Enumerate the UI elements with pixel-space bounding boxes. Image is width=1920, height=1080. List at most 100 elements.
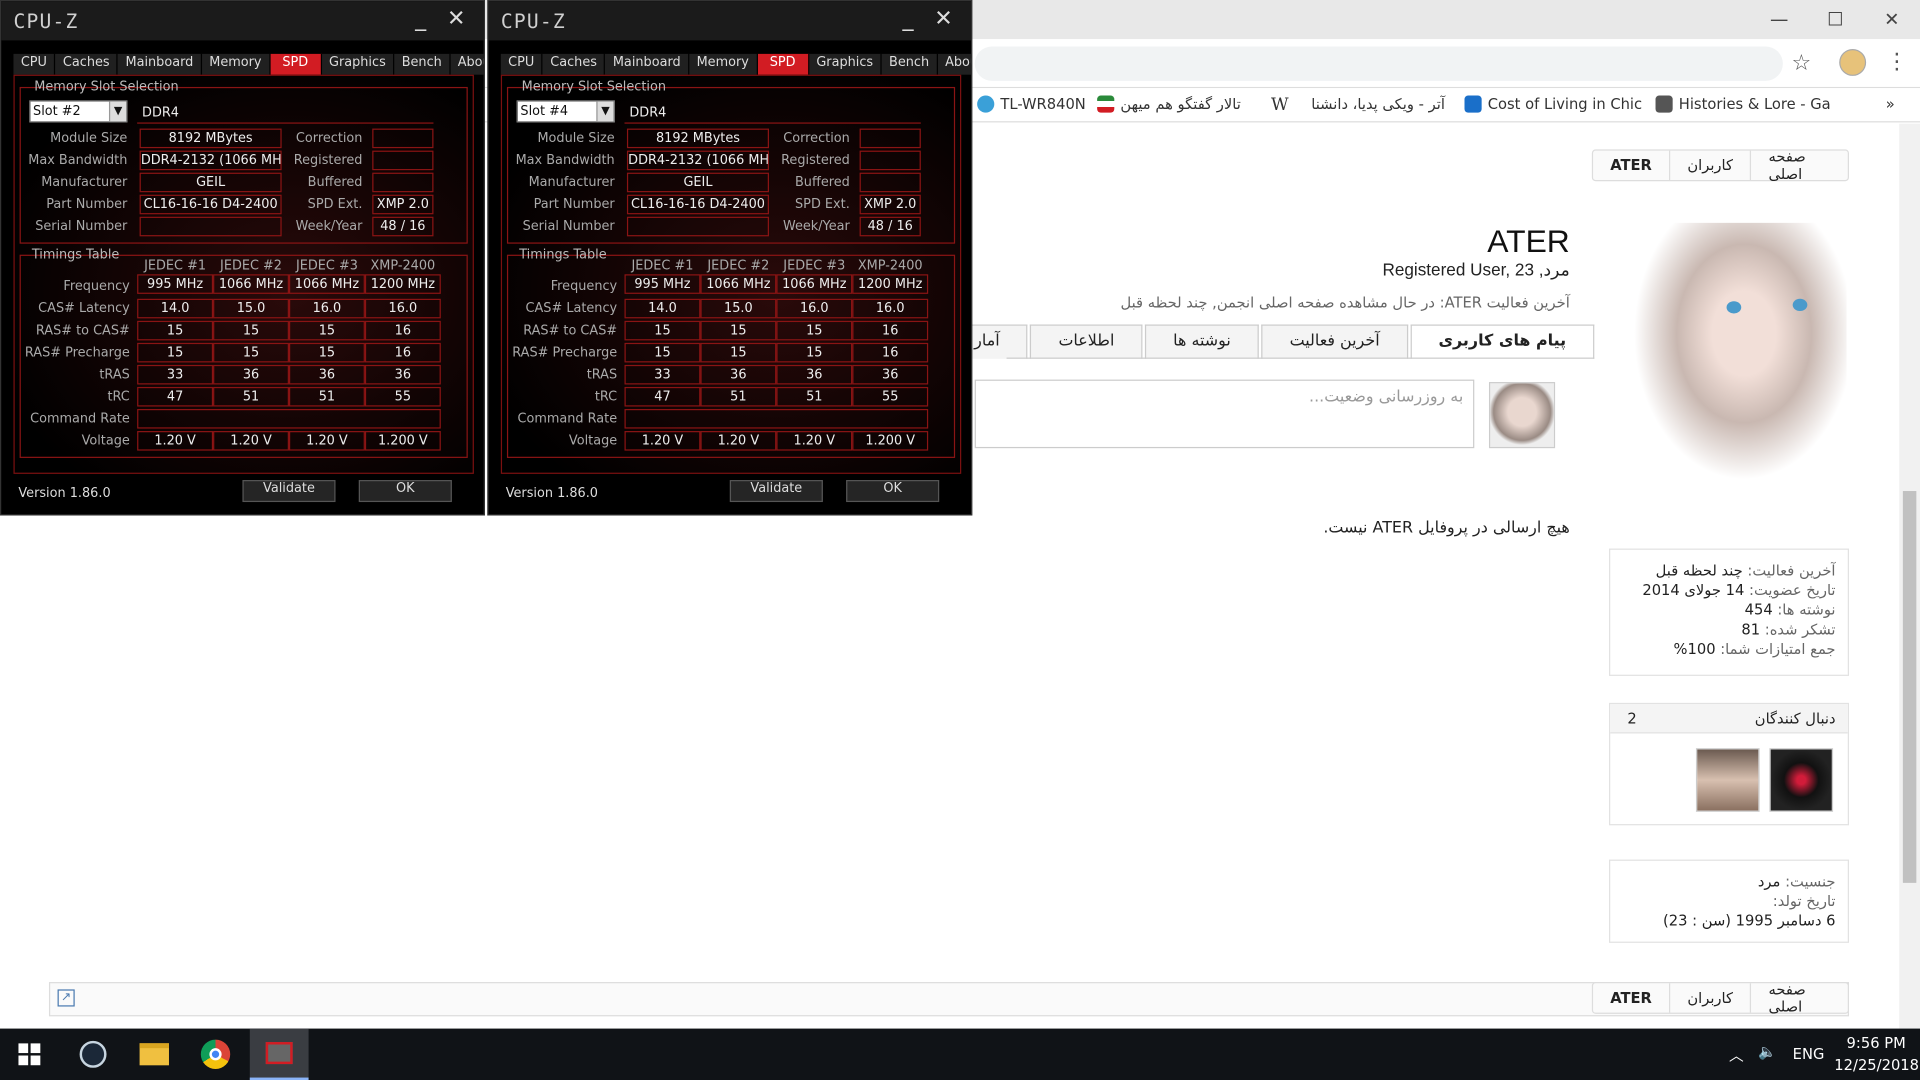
tab-mainboard[interactable]: Mainboard xyxy=(605,53,690,75)
part-number-label: Part Number xyxy=(533,197,615,212)
info-box: جنسیت: مرد تاریخ تولد: 6 دسامبر 1995 (سن… xyxy=(1608,859,1849,943)
file-explorer-icon[interactable] xyxy=(125,1029,184,1080)
language-indicator[interactable]: ENG xyxy=(1793,1046,1825,1063)
timing-cell: 36 xyxy=(288,364,365,385)
close-button[interactable]: ✕ xyxy=(1864,0,1920,39)
menu-icon[interactable]: ⋮ xyxy=(1886,49,1908,75)
timing-row-label: tRC xyxy=(107,389,130,405)
more-bookmarks-icon[interactable]: » xyxy=(1886,96,1895,113)
timing-cell: 995 MHz xyxy=(137,274,214,294)
tab-memory[interactable]: Memory xyxy=(201,53,271,75)
steam-icon[interactable] xyxy=(64,1029,123,1080)
bookmark-star-icon[interactable]: ☆ xyxy=(1791,50,1811,76)
cpuz-icon[interactable] xyxy=(249,1028,309,1080)
tab-graphics[interactable]: Graphics xyxy=(321,53,395,75)
bookmark-item[interactable]: Histories & Lore - Ga xyxy=(1655,95,1831,113)
tab-memory[interactable]: Memory xyxy=(689,53,758,75)
timing-cell: 16.0 xyxy=(364,298,441,319)
tab-about[interactable]: About xyxy=(937,53,972,75)
timing-cell: 33 xyxy=(137,364,214,385)
part-number-value: CL16-16-16 D4-2400 xyxy=(139,194,282,215)
tab-mainboard[interactable]: Mainboard xyxy=(118,53,202,75)
maximize-button[interactable]: ☐ xyxy=(1807,0,1863,39)
tab-about[interactable]: About xyxy=(450,53,484,75)
iran-flag-icon xyxy=(1097,95,1115,113)
external-link-icon[interactable]: ↗ xyxy=(57,989,75,1007)
week-year-label: Week/Year xyxy=(295,219,363,234)
module-size-label: Module Size xyxy=(50,131,128,146)
stat-row: آخرین فعالیت: چند لحظه قبل xyxy=(1620,562,1836,579)
cpuz-tabs: CPU Caches Mainboard Memory SPD Graphics… xyxy=(13,53,484,75)
volume-icon[interactable]: 🔈 xyxy=(1758,1043,1776,1060)
timing-cell: 36 xyxy=(776,364,853,385)
bookmark-item[interactable]: TL-WR840N xyxy=(977,95,1086,113)
tab-bench[interactable]: Bench xyxy=(394,53,451,75)
close-button[interactable]: ✕ xyxy=(447,6,465,32)
timing-cell: 15 xyxy=(776,342,853,363)
scrollbar[interactable] xyxy=(1899,123,1920,1029)
breadcrumb-home[interactable]: صفحه اصلی xyxy=(1750,148,1848,182)
clock-time[interactable]: 9:56 PM xyxy=(1847,1035,1906,1052)
chrome-icon[interactable] xyxy=(186,1029,245,1080)
minimize-button[interactable]: — xyxy=(1751,0,1807,39)
breadcrumb-home[interactable]: صفحه اصلی xyxy=(1750,981,1848,1015)
timing-cell: 36 xyxy=(213,364,289,385)
tab-recent-activity[interactable]: آخرین فعالیت xyxy=(1261,324,1408,359)
breadcrumb-users[interactable]: کاربران xyxy=(1668,983,1750,1013)
tab-bench[interactable]: Bench xyxy=(881,53,938,75)
stat-key: نوشته ها: xyxy=(1777,601,1836,619)
memory-type: DDR4 xyxy=(137,104,434,124)
tab-graphics[interactable]: Graphics xyxy=(808,53,882,75)
tab-cpu[interactable]: CPU xyxy=(13,53,56,75)
status-update-input[interactable]: به روزرسانی وضعیت... xyxy=(974,379,1475,449)
breadcrumb-users[interactable]: کاربران xyxy=(1668,150,1750,181)
timing-col-header: JEDEC #1 xyxy=(144,258,207,274)
tab-spd[interactable]: SPD xyxy=(270,53,322,75)
ok-button[interactable]: OK xyxy=(358,480,452,503)
validate-button[interactable]: Validate xyxy=(729,480,823,503)
slot-select[interactable]: Slot #2 ▼ xyxy=(29,100,128,123)
tab-posts[interactable]: نوشته ها xyxy=(1144,324,1259,359)
registered-value xyxy=(372,150,434,171)
correction-value xyxy=(859,128,921,149)
validate-button[interactable]: Validate xyxy=(242,480,336,503)
tab-cpu[interactable]: CPU xyxy=(500,53,543,75)
tab-visitor-messages[interactable]: پیام های کاربری xyxy=(1410,324,1595,359)
manufacturer-label: Manufacturer xyxy=(528,175,615,190)
clock-date[interactable]: 12/25/2018 xyxy=(1834,1057,1919,1074)
tab-caches[interactable]: Caches xyxy=(55,53,119,75)
cpuz-titlebar[interactable]: CPU-Z _ ✕ xyxy=(488,1,972,41)
profile-tabs: پیام های کاربری آخرین فعالیت نوشته ها اط… xyxy=(931,324,1595,359)
minimize-button[interactable]: _ xyxy=(902,6,913,32)
minimize-button[interactable]: _ xyxy=(415,6,426,32)
spd-ext-label: SPD Ext. xyxy=(795,197,850,212)
wikipedia-icon[interactable]: W xyxy=(1271,96,1289,116)
timings-group-label: Timings Table xyxy=(519,247,607,263)
cpuz-window: CPU-Z _ ✕ CPU Caches Mainboard Memory SP… xyxy=(487,0,973,516)
tab-info[interactable]: اطلاعات xyxy=(1030,324,1143,359)
tab-spd[interactable]: SPD xyxy=(757,53,809,75)
close-button[interactable]: ✕ xyxy=(934,6,952,32)
bookmark-item[interactable]: آتر - ویکی پدیا، دانشنا xyxy=(1305,96,1445,113)
scrollbar-thumb[interactable] xyxy=(1902,491,1917,883)
bookmark-item[interactable]: Cost of Living in Chic xyxy=(1464,95,1642,113)
tab-caches[interactable]: Caches xyxy=(542,53,606,75)
timing-cell: 1.20 V xyxy=(288,431,365,451)
slot-select[interactable]: Slot #4 ▼ xyxy=(516,100,615,123)
follower-avatar[interactable] xyxy=(1769,748,1834,812)
spd-ext-value: XMP 2.0 xyxy=(372,194,434,215)
profile-avatar[interactable] xyxy=(1839,48,1867,76)
bookmark-icon xyxy=(977,95,995,113)
windows-start-icon[interactable] xyxy=(0,1029,59,1080)
follower-avatar[interactable] xyxy=(1695,748,1760,812)
timing-cell: 55 xyxy=(852,386,929,407)
show-hidden-icons-icon[interactable]: ︿ xyxy=(1729,1044,1744,1065)
address-bar[interactable] xyxy=(974,46,1783,81)
timing-cell: 16 xyxy=(364,342,441,363)
cpuz-titlebar[interactable]: CPU-Z _ ✕ xyxy=(1,1,484,41)
ok-button[interactable]: OK xyxy=(846,480,940,503)
bookmark-item[interactable]: تالار گفتگو هم میهن xyxy=(1097,95,1241,113)
timing-cell: 15 xyxy=(137,342,214,363)
spd-ext-value: XMP 2.0 xyxy=(859,194,921,215)
info-key: جنسیت: xyxy=(1785,873,1836,891)
